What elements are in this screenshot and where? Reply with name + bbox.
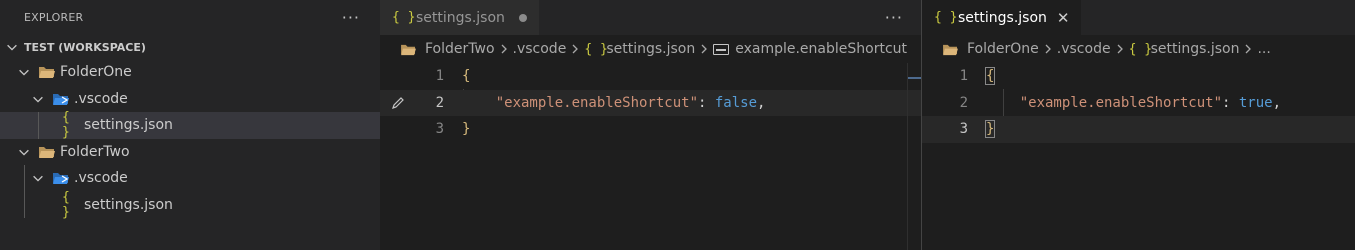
code-line-current: 2 "example.enableShortcut": false, — [380, 89, 921, 116]
explorer-more-actions-button[interactable]: ··· — [342, 9, 360, 26]
chevron-down-icon — [16, 145, 32, 159]
json-file-icon: { } — [934, 10, 958, 25]
breadcrumb-symbol[interactable]: example.enableShortcut — [713, 41, 907, 57]
json-key: "example.enableShortcut" — [1019, 94, 1223, 111]
json-file-icon: { } — [1128, 41, 1153, 57]
folder-open-icon — [38, 145, 60, 159]
tree-item-vscode-foldertwo[interactable]: .vscode — [0, 165, 380, 192]
vscode-folder-icon — [52, 92, 74, 106]
code-line-current: 3 } — [922, 116, 1355, 143]
chevron-down-icon — [30, 92, 46, 106]
vscode-folder-icon — [52, 171, 74, 185]
tree-item-vscode-folderone[interactable]: .vscode — [0, 86, 380, 113]
tree-item-label: .vscode — [74, 90, 128, 107]
editor-group-left: { } settings.json ··· FolderTwo .vscode … — [380, 0, 922, 250]
json-file-icon: { } — [584, 41, 608, 57]
code-editor[interactable]: 1 { 2 "example.enableShortcut": true, 3 … — [922, 63, 1355, 143]
breadcrumb: FolderOne .vscode { } settings.json ... — [922, 35, 1355, 63]
line-number: 1 — [435, 68, 444, 85]
tree-indent-guide — [24, 165, 25, 192]
breadcrumb-subfolder[interactable]: .vscode — [1057, 41, 1111, 57]
tab-label: settings.json — [416, 9, 505, 26]
close-icon[interactable]: ✕ — [1057, 9, 1070, 27]
chevron-right-icon — [1243, 44, 1253, 54]
tab-bar: { } settings.json ✕ — [922, 0, 1355, 35]
pencil-edit-icon — [380, 95, 416, 111]
chevron-down-icon — [16, 65, 32, 79]
breadcrumb-file[interactable]: { } settings.json — [584, 41, 695, 57]
tree-item-label: settings.json — [84, 196, 173, 213]
breadcrumb-subfolder[interactable]: .vscode — [513, 41, 567, 57]
json-file-icon: { } — [62, 189, 70, 220]
tree-item-settings-foldertwo[interactable]: { } settings.json — [0, 189, 380, 220]
line-number: 1 — [959, 68, 968, 85]
tree-indent-guide — [38, 112, 39, 139]
breadcrumb-more[interactable]: ... — [1257, 41, 1270, 57]
editor-group-right: { } settings.json ✕ FolderOne .vscode { … — [921, 0, 1355, 250]
line-number: 2 — [959, 94, 968, 111]
line-number: 2 — [435, 94, 444, 111]
tree-item-settings-folderone[interactable]: { } settings.json — [0, 110, 380, 141]
breadcrumb-folder[interactable]: FolderOne — [942, 41, 1039, 57]
breadcrumb-folder[interactable]: FolderTwo — [400, 41, 495, 57]
json-value: true — [1238, 94, 1273, 111]
tree-item-label: settings.json — [84, 117, 173, 134]
json-key: "example.enableShortcut" — [495, 94, 699, 111]
json-file-icon: { } — [62, 110, 70, 141]
explorer-title: EXPLORER — [24, 11, 84, 24]
workspace-name: TEST (WORKSPACE) — [24, 40, 146, 54]
explorer-sidebar: EXPLORER ··· TEST (WORKSPACE) FolderOne … — [0, 0, 380, 250]
breadcrumb-file[interactable]: { } settings.json — [1129, 41, 1240, 57]
brace-open: { — [462, 68, 471, 85]
brace-open-matched: { — [985, 67, 996, 86]
json-value: false — [714, 94, 758, 111]
chevron-right-icon — [1115, 44, 1125, 54]
tab-settings-json-folderone[interactable]: { } settings.json ✕ — [922, 0, 1082, 35]
string-symbol-icon — [713, 43, 730, 55]
explorer-header: EXPLORER ··· — [0, 0, 380, 35]
folder-open-icon — [401, 44, 416, 55]
brace-close-matched: } — [985, 120, 996, 139]
line-number: 3 — [959, 121, 968, 138]
tree-indent-guide — [24, 191, 25, 218]
editor-more-actions-button[interactable]: ··· — [885, 9, 903, 26]
tree-item-foldertwo[interactable]: FolderTwo — [0, 139, 380, 166]
workspace-section-header[interactable]: TEST (WORKSPACE) — [0, 35, 380, 59]
breadcrumb: FolderTwo .vscode { } settings.json exam… — [380, 35, 921, 63]
tree-item-label: FolderOne — [60, 64, 132, 81]
code-editor[interactable]: 1 { 2 "example.enableShortcut": false, 3… — [380, 63, 921, 143]
vertical-scrollbar[interactable] — [907, 63, 922, 250]
chevron-right-icon — [499, 44, 509, 54]
tab-settings-json-foldertwo[interactable]: { } settings.json — [380, 0, 539, 35]
chevron-right-icon — [1043, 44, 1053, 54]
json-file-icon: { } — [392, 10, 416, 25]
line-number: 3 — [435, 121, 444, 138]
code-line: 1 { — [922, 63, 1355, 90]
tab-label: settings.json — [958, 9, 1047, 26]
chevron-down-icon — [30, 171, 46, 185]
tree-item-label: .vscode — [74, 170, 128, 187]
unsaved-dot-icon[interactable] — [518, 13, 527, 22]
chevron-right-icon — [699, 44, 709, 54]
folder-open-icon — [38, 65, 60, 79]
brace-close: } — [462, 121, 471, 138]
tab-bar: { } settings.json ··· — [380, 0, 921, 35]
code-line: 2 "example.enableShortcut": true, — [922, 90, 1355, 117]
tree-item-folderone[interactable]: FolderOne — [0, 59, 380, 86]
code-line: 3 } — [380, 116, 921, 143]
chevron-right-icon — [570, 44, 580, 54]
overview-ruler-mark — [908, 77, 922, 79]
code-line: 1 { — [380, 63, 921, 90]
tree-item-label: FolderTwo — [60, 143, 130, 160]
folder-open-icon — [943, 44, 958, 55]
chevron-down-icon — [4, 40, 20, 54]
